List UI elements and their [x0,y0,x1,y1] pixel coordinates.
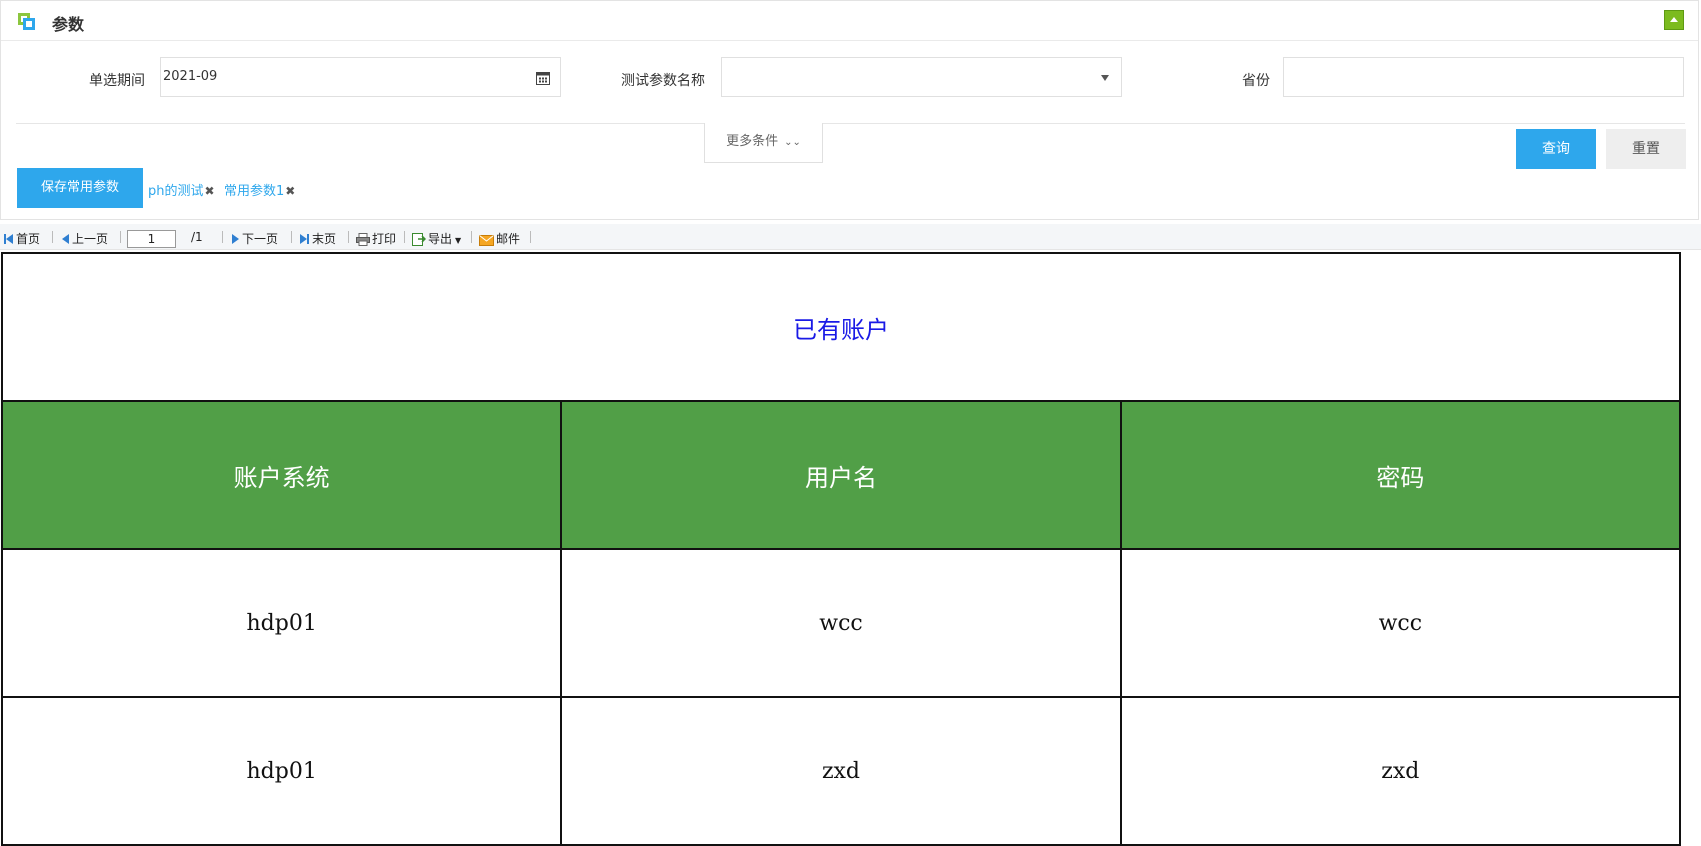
collapse-up-icon[interactable] [1664,10,1684,30]
panel-header: 参数 [1,1,1698,41]
report-title-row: 已有账户 [1,252,1681,402]
chevron-down-icon: ▼ [455,236,462,245]
table-cell: wcc [1119,548,1682,698]
more-conditions-toggle[interactable]: 更多条件 ⌄⌄ [704,123,823,163]
printer-icon [356,233,370,246]
last-page-label: 末页 [312,232,337,246]
separator [222,231,223,243]
separator [471,231,472,243]
saved-param-label: ph的测试 [148,184,204,199]
saved-param-label: 常用参数1 [224,184,285,199]
prev-page-icon [62,234,69,244]
separator [291,231,292,243]
print-button[interactable]: 打印 [356,230,396,247]
last-page-button[interactable]: 末页 [300,230,336,247]
total-pages: /1 [191,230,203,244]
table-cell: hdp01 [0,548,563,698]
separator [52,231,53,243]
remove-icon[interactable]: ✖ [285,184,295,198]
remove-icon[interactable]: ✖ [205,184,215,198]
next-page-label: 下一页 [242,232,279,246]
separator [404,231,405,243]
dropdown-arrow-icon[interactable] [1101,75,1109,81]
next-page-button[interactable]: 下一页 [232,230,278,247]
next-page-icon [232,234,239,244]
table-cell: wcc [560,548,1122,698]
separator [120,231,121,243]
mail-icon [479,235,494,246]
column-header: 用户名 [560,400,1122,550]
param-name-label: 测试参数名称 [621,73,705,89]
panel-title: 参数 [52,15,85,34]
parameter-panel: 参数 单选期间 2021-09 测试参数名称 省份 更多条件 ⌄⌄ 查询 重置 保… [0,0,1699,220]
layers-icon [18,13,35,30]
last-page-icon [300,234,307,244]
prev-page-button[interactable]: 上一页 [62,230,108,247]
table-cell: hdp01 [0,696,563,846]
period-value: 2021-09 [163,69,218,84]
province-input[interactable] [1283,57,1684,97]
prev-page-label: 上一页 [72,232,109,246]
page-number-input[interactable]: 1 [127,230,176,248]
export-label: 导出 [428,232,453,246]
mail-label: 邮件 [496,232,521,246]
column-header: 密码 [1119,400,1682,550]
first-page-button[interactable]: 首页 [4,230,40,247]
table-cell: zxd [560,696,1122,846]
saved-param-tag[interactable]: ph的测试✖ [148,180,215,199]
table-row: hdp01 wcc wcc [0,548,1682,698]
export-icon [412,233,426,246]
more-conditions-label: 更多条件 [726,134,779,149]
report-title: 已有账户 [1,252,1681,402]
table-row: hdp01 zxd zxd [0,696,1682,846]
calendar-icon[interactable] [536,71,550,85]
export-button[interactable]: 导出 ▼ [412,230,461,247]
table-cell: zxd [1119,696,1682,846]
param-name-select[interactable] [721,57,1122,97]
separator [348,231,349,243]
province-label: 省份 [1242,73,1270,89]
reset-button[interactable]: 重置 [1606,129,1686,169]
report-table: 已有账户 账户系统 用户名 密码 hdp01 wcc wcc hdp01 zxd… [0,252,1682,846]
report-toolbar: 首页 上一页 1 /1 下一页 末页 打印 导出 ▼ 邮件 [0,224,1701,250]
first-page-label: 首页 [16,232,41,246]
saved-param-tag[interactable]: 常用参数1✖ [224,180,295,199]
table-header-row: 账户系统 用户名 密码 [0,400,1682,550]
column-header: 账户系统 [0,400,563,550]
divider [16,123,1685,124]
period-label: 单选期间 [89,73,145,89]
double-chevron-down-icon: ⌄⌄ [784,137,801,148]
query-button[interactable]: 查询 [1516,129,1596,169]
separator [530,231,531,243]
mail-button[interactable]: 邮件 [479,230,520,247]
print-label: 打印 [372,232,397,246]
period-field[interactable]: 2021-09 [160,57,561,97]
save-params-button[interactable]: 保存常用参数 [17,168,143,208]
